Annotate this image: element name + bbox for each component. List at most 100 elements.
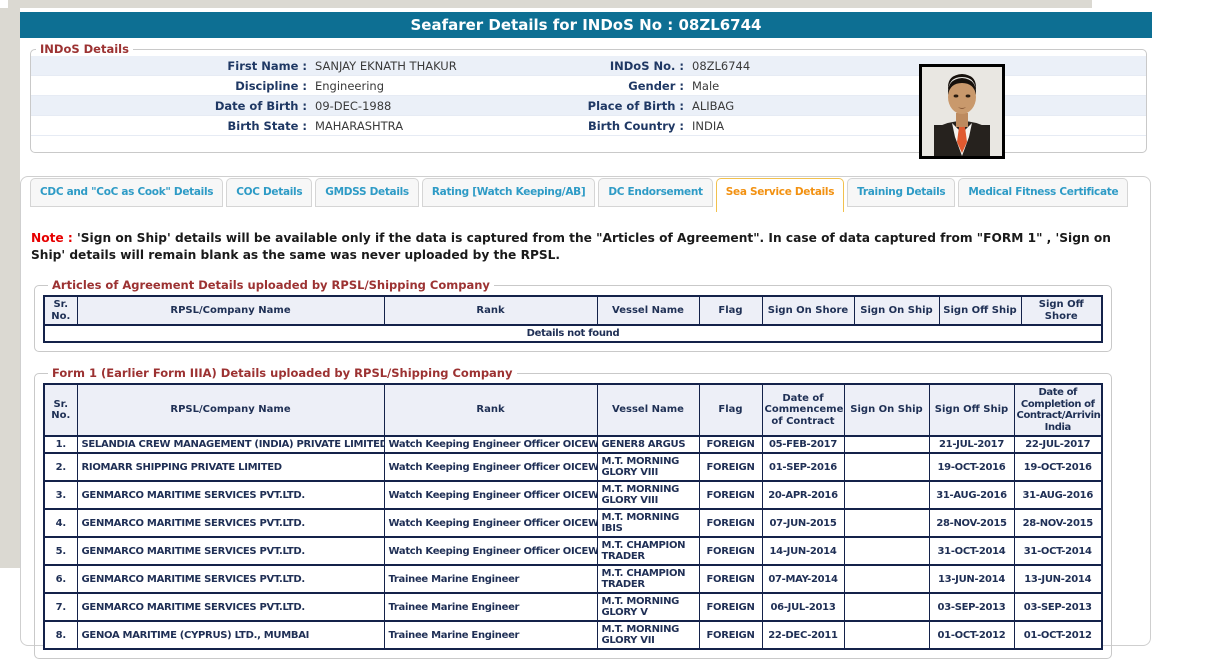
- cell-company: GENOA MARITIME (CYPRUS) LTD., MUMBAI: [77, 621, 384, 649]
- articles-of-agreement-legend: Articles of Agreement Details uploaded b…: [48, 278, 494, 292]
- form1-header-sign-on-ship: Sign On Ship: [844, 384, 929, 436]
- form1-header-flag: Flag: [699, 384, 762, 436]
- form1-panel: Form 1 (Earlier Form IIIA) Details uploa…: [34, 366, 1112, 659]
- tab-medical-fitness-certificate[interactable]: Medical Fitness Certificate: [958, 178, 1128, 207]
- cell-company: RIOMARR SHIPPING PRIVATE LIMITED: [77, 453, 384, 481]
- tab-coc-details[interactable]: COC Details: [226, 178, 312, 207]
- birth-state-label: Birth State :: [31, 116, 307, 135]
- cell-commencement: 05-FEB-2017: [762, 436, 844, 453]
- cell-sr-no: 4.: [44, 509, 77, 537]
- cell-sign-off-ship: 21-JUL-2017: [929, 436, 1014, 453]
- cell-sign-off-ship: 28-NOV-2015: [929, 509, 1014, 537]
- cell-rank: Watch Keeping Engineer Officer OICEW: [384, 436, 597, 453]
- page-edge-top: [8, 0, 1092, 8]
- cell-rank: Trainee Marine Engineer: [384, 593, 597, 621]
- first-name-label: First Name :: [31, 56, 307, 75]
- cell-sign-on-ship: [844, 565, 929, 593]
- form1-header-completion: Date of Completion of Contract/Arriving …: [1014, 384, 1102, 436]
- table-row: 8. GENOA MARITIME (CYPRUS) LTD., MUMBAI …: [44, 621, 1102, 649]
- indos-details-legend: INDoS Details: [36, 42, 133, 56]
- form1-legend: Form 1 (Earlier Form IIIA) Details uploa…: [48, 366, 517, 380]
- cell-rank: Watch Keeping Engineer Officer OICEW: [384, 509, 597, 537]
- cell-flag: FOREIGN: [699, 509, 762, 537]
- cell-sr-no: 5.: [44, 537, 77, 565]
- table-row: 1. SELANDIA CREW MANAGEMENT (INDIA) PRIV…: [44, 436, 1102, 453]
- cell-rank: Trainee Marine Engineer: [384, 565, 597, 593]
- cell-completion: 31-OCT-2014: [1014, 537, 1102, 565]
- form1-header-rank: Rank: [384, 384, 597, 436]
- form1-table: Sr. No. RPSL/Company Name Rank Vessel Na…: [43, 383, 1103, 650]
- cell-sign-on-ship: [844, 621, 929, 649]
- tab-sea-service-details[interactable]: Sea Service Details: [716, 178, 844, 212]
- cell-company: GENMARCO MARITIME SERVICES PVT.LTD.: [77, 509, 384, 537]
- cell-sign-on-ship: [844, 453, 929, 481]
- cell-completion: 01-OCT-2012: [1014, 621, 1102, 649]
- cell-sign-off-ship: 19-OCT-2016: [929, 453, 1014, 481]
- tab-gmdss-details[interactable]: GMDSS Details: [315, 178, 419, 207]
- indos-details-panel: INDoS Details First Name : SANJAY EKNATH…: [30, 42, 1147, 153]
- aoa-empty-message: Details not found: [44, 325, 1102, 342]
- cell-completion: 31-AUG-2016: [1014, 481, 1102, 509]
- cell-flag: FOREIGN: [699, 481, 762, 509]
- birth-country-label: Birth Country :: [553, 116, 684, 135]
- cell-rank: Watch Keeping Engineer Officer OICEW: [384, 537, 597, 565]
- aoa-header-sign-off-ship: Sign Off Ship: [939, 296, 1021, 325]
- cell-sign-off-ship: 31-OCT-2014: [929, 537, 1014, 565]
- tab-cdc-coc-cook-details[interactable]: CDC and "CoC as Cook" Details: [30, 178, 223, 207]
- cell-commencement: 20-APR-2016: [762, 481, 844, 509]
- cell-rank: Watch Keeping Engineer Officer OICEW: [384, 453, 597, 481]
- cell-completion: 19-OCT-2016: [1014, 453, 1102, 481]
- indos-no-label: INDoS No. :: [553, 56, 684, 75]
- discipline-label: Discipline :: [31, 76, 307, 95]
- aoa-header-sign-on-shore: Sign On Shore: [762, 296, 854, 325]
- place-of-birth-label: Place of Birth :: [553, 96, 684, 115]
- cell-sign-on-ship: [844, 481, 929, 509]
- tab-training-details[interactable]: Training Details: [847, 178, 955, 207]
- details-tab-panel: CDC and "CoC as Cook" Details COC Detail…: [20, 176, 1151, 646]
- cell-vessel: M.T. MORNING GLORY VIII: [597, 481, 699, 509]
- tab-rating-watch-keeping-ab[interactable]: Rating [Watch Keeping/AB]: [422, 178, 595, 207]
- page-title: Seafarer Details for INDoS No : 08ZL6744: [20, 12, 1152, 38]
- table-row: 4. GENMARCO MARITIME SERVICES PVT.LTD. W…: [44, 509, 1102, 537]
- cell-completion: 13-JUN-2014: [1014, 565, 1102, 593]
- cell-commencement: 07-MAY-2014: [762, 565, 844, 593]
- cell-vessel: M.T. MORNING GLORY VII: [597, 621, 699, 649]
- note-text: 'Sign on Ship' details will be available…: [31, 231, 1111, 262]
- aoa-empty-row: Details not found: [44, 325, 1102, 342]
- birth-state-value: MAHARASHTRA: [315, 116, 553, 135]
- form1-header-row: Sr. No. RPSL/Company Name Rank Vessel Na…: [44, 384, 1102, 436]
- cell-sign-on-ship: [844, 537, 929, 565]
- cell-flag: FOREIGN: [699, 621, 762, 649]
- cell-sign-off-ship: 13-JUN-2014: [929, 565, 1014, 593]
- sign-on-ship-note: Note : 'Sign on Ship' details will be av…: [31, 230, 1121, 264]
- cell-vessel: M.T. MORNING IBIS: [597, 509, 699, 537]
- cell-sign-off-ship: 03-SEP-2013: [929, 593, 1014, 621]
- cell-company: SELANDIA CREW MANAGEMENT (INDIA) PRIVATE…: [77, 436, 384, 453]
- cell-sign-off-ship: 01-OCT-2012: [929, 621, 1014, 649]
- cell-commencement: 06-JUL-2013: [762, 593, 844, 621]
- tab-dc-endorsement[interactable]: DC Endorsement: [598, 178, 712, 207]
- cell-commencement: 01-SEP-2016: [762, 453, 844, 481]
- cell-vessel: M.T. MORNING GLORY V: [597, 593, 699, 621]
- page-edge-left: [0, 8, 20, 568]
- cell-company: GENMARCO MARITIME SERVICES PVT.LTD.: [77, 593, 384, 621]
- table-row: 5. GENMARCO MARITIME SERVICES PVT.LTD. W…: [44, 537, 1102, 565]
- cell-flag: FOREIGN: [699, 436, 762, 453]
- aoa-header-flag: Flag: [699, 296, 762, 325]
- table-row: 3. GENMARCO MARITIME SERVICES PVT.LTD. W…: [44, 481, 1102, 509]
- cell-sr-no: 7.: [44, 593, 77, 621]
- cell-completion: 03-SEP-2013: [1014, 593, 1102, 621]
- discipline-value: Engineering: [315, 76, 553, 95]
- form1-header-company: RPSL/Company Name: [77, 384, 384, 436]
- cell-flag: FOREIGN: [699, 537, 762, 565]
- cell-vessel: M.T. CHAMPION TRADER: [597, 565, 699, 593]
- date-of-birth-label: Date of Birth :: [31, 96, 307, 115]
- cell-company: GENMARCO MARITIME SERVICES PVT.LTD.: [77, 565, 384, 593]
- aoa-header-rank: Rank: [384, 296, 597, 325]
- aoa-header-company: RPSL/Company Name: [77, 296, 384, 325]
- articles-of-agreement-table: Sr. No. RPSL/Company Name Rank Vessel Na…: [43, 295, 1103, 343]
- cell-rank: Watch Keeping Engineer Officer OICEW: [384, 481, 597, 509]
- gender-label: Gender :: [553, 76, 684, 95]
- cell-vessel: M.T. CHAMPION TRADER: [597, 537, 699, 565]
- cell-commencement: 14-JUN-2014: [762, 537, 844, 565]
